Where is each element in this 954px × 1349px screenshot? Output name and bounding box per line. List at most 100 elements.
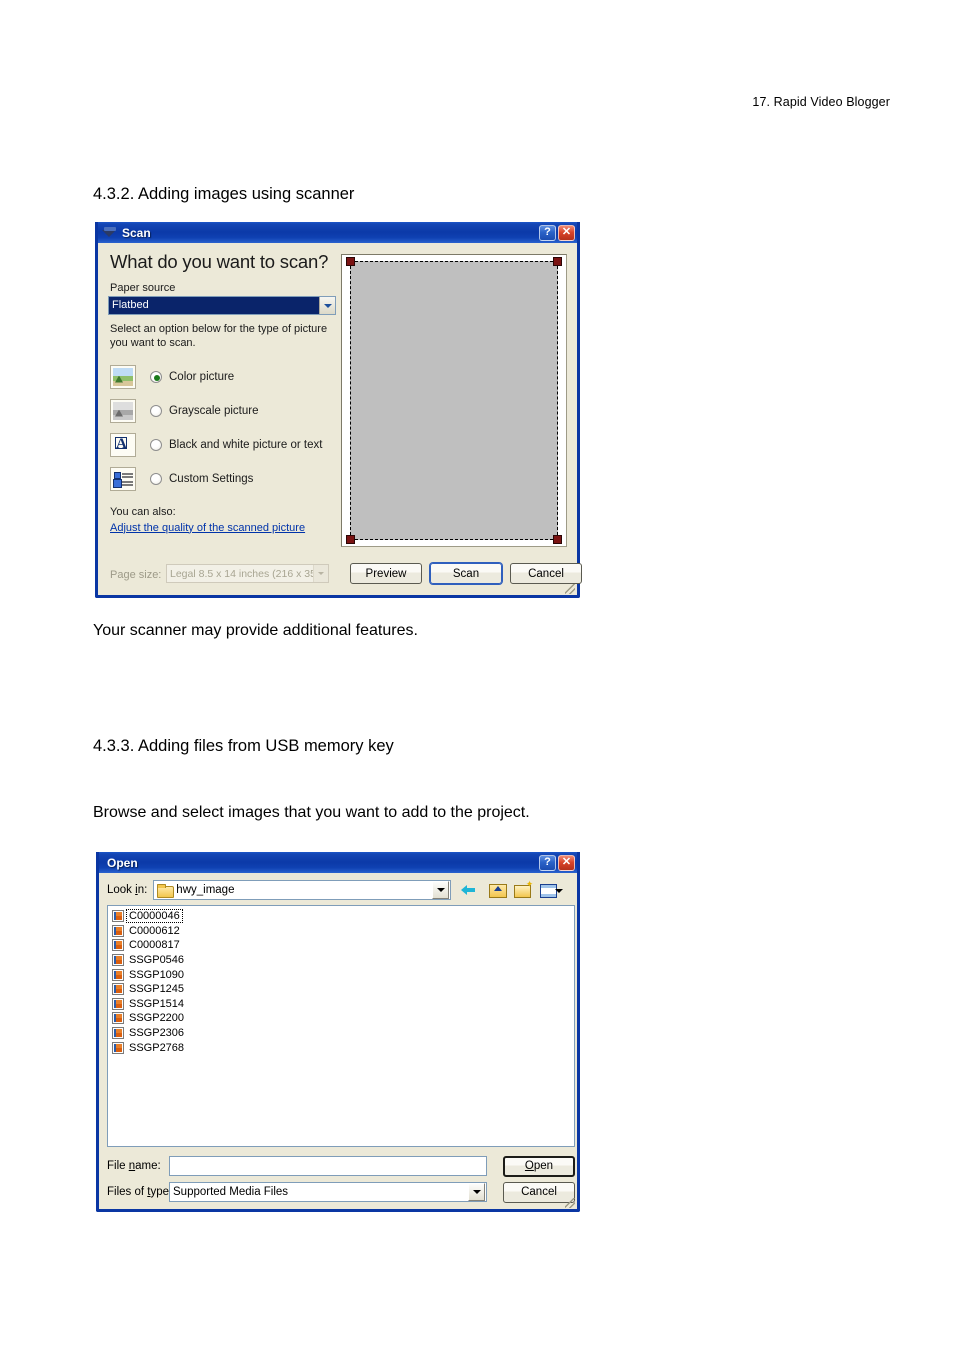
section-heading-433: 4.3.3. Adding files from USB memory key	[93, 737, 394, 755]
file-name-label: SSGP1090	[129, 968, 185, 981]
resize-handle-bottom-left[interactable]	[346, 535, 355, 544]
image-file-icon	[112, 910, 124, 923]
scan-dialog-footer: Page size: Legal 8.5 x 14 inches (216 x …	[98, 555, 582, 595]
radio-custom-settings[interactable]	[150, 472, 162, 485]
file-name-row: File name: Open	[107, 1155, 575, 1177]
section-heading-432: 4.3.2. Adding images using scanner	[93, 185, 355, 203]
file-name-label: SSGP1514	[129, 997, 185, 1010]
close-icon[interactable]: ✕	[558, 854, 575, 871]
scan-options-panel: What do you want to scan? Paper source F…	[108, 251, 336, 536]
file-name-input[interactable]	[169, 1156, 487, 1176]
image-file-icon	[112, 1027, 124, 1040]
file-name-label: SSGP2306	[129, 1027, 185, 1040]
file-list[interactable]: C0000046 C0000612 C0000817 SSGP0546 SSGP…	[107, 905, 575, 1147]
file-name-label: SSGP2768	[129, 1041, 185, 1054]
list-item[interactable]: C0000046	[111, 909, 574, 924]
scan-dialog-title: Scan	[122, 225, 151, 240]
scan-instruction: Select an option below for the type of p…	[110, 323, 328, 349]
black-white-picture-icon	[110, 432, 136, 457]
option-custom-settings[interactable]: Custom Settings	[108, 462, 336, 496]
open-dialog-body: Look in: hwy_image C0000046 C0000612	[99, 873, 577, 1209]
adjust-quality-link[interactable]: Adjust the quality of the scanned pictur…	[110, 522, 305, 534]
radio-color-picture[interactable]	[150, 370, 162, 383]
help-icon[interactable]: ?	[539, 854, 556, 871]
list-item[interactable]: C0000817	[111, 938, 574, 953]
file-name-label: C0000046	[126, 909, 183, 924]
paragraph-browse-select: Browse and select images that you want t…	[93, 804, 530, 821]
radio-black-and-white[interactable]	[150, 438, 162, 451]
file-name-label: C0000817	[129, 939, 180, 952]
files-of-type-row: Files of type: Supported Media Files Can…	[107, 1181, 575, 1203]
list-item[interactable]: SSGP2200	[111, 1011, 574, 1026]
folder-icon	[157, 884, 175, 898]
image-file-icon	[112, 954, 124, 967]
back-icon[interactable]	[461, 881, 481, 899]
option-label: Black and white picture or text	[169, 438, 323, 451]
option-color-picture[interactable]: Color picture	[108, 360, 336, 394]
page-size-select: Legal 8.5 x 14 inches (216 x 356	[166, 564, 329, 583]
option-label: Color picture	[169, 370, 235, 383]
files-of-type-value: Supported Media Files	[173, 1186, 289, 1198]
file-name-label: File name:	[107, 1160, 161, 1172]
list-item[interactable]: SSGP0546	[111, 953, 574, 968]
option-grayscale-picture[interactable]: Grayscale picture	[108, 394, 336, 428]
running-header: 17. Rapid Video Blogger	[752, 95, 890, 109]
resize-handle-bottom-right[interactable]	[553, 535, 562, 544]
image-file-icon	[112, 939, 124, 952]
chevron-down-icon[interactable]	[319, 297, 335, 314]
open-dialog-title: Open	[107, 855, 138, 870]
chevron-down-icon[interactable]	[468, 1183, 485, 1201]
paper-source-value: Flatbed	[109, 297, 319, 314]
preview-button[interactable]: Preview	[350, 563, 422, 584]
grayscale-picture-icon	[110, 398, 136, 423]
scan-preview-pane[interactable]	[341, 254, 567, 547]
resize-grip[interactable]	[565, 584, 575, 594]
open-dialog-toolbar	[461, 880, 565, 899]
paper-source-label: Paper source	[110, 282, 176, 294]
new-folder-icon[interactable]	[513, 880, 533, 899]
radio-grayscale-picture[interactable]	[150, 404, 162, 417]
custom-settings-icon	[110, 466, 136, 491]
paper-source-select[interactable]: Flatbed	[108, 296, 336, 315]
image-file-icon	[112, 997, 124, 1010]
resize-handle-top-left[interactable]	[346, 257, 355, 266]
open-dialog-titlebar[interactable]: Open ? ✕	[99, 852, 577, 873]
help-icon[interactable]: ?	[539, 224, 556, 241]
scan-question: What do you want to scan?	[110, 251, 329, 272]
option-label: Grayscale picture	[169, 404, 259, 417]
chevron-down-icon[interactable]	[432, 881, 450, 899]
cancel-button[interactable]: Cancel	[510, 563, 582, 584]
image-file-icon	[112, 1041, 124, 1054]
look-in-row: Look in: hwy_image	[99, 879, 577, 901]
scanner-icon	[102, 226, 118, 240]
chevron-down-icon	[313, 565, 328, 582]
up-one-level-icon[interactable]	[487, 881, 508, 899]
list-item[interactable]: C0000612	[111, 924, 574, 939]
scan-button[interactable]: Scan	[430, 563, 502, 584]
files-of-type-label: Files of type:	[107, 1186, 173, 1198]
scan-dialog-titlebar[interactable]: Scan ? ✕	[98, 222, 577, 243]
close-icon[interactable]: ✕	[558, 224, 575, 241]
image-file-icon	[112, 983, 124, 996]
look-in-value: hwy_image	[176, 884, 235, 896]
list-item[interactable]: SSGP2768	[111, 1040, 574, 1055]
files-of-type-select[interactable]: Supported Media Files	[169, 1182, 487, 1202]
file-name-label: SSGP1245	[129, 983, 185, 996]
list-item[interactable]: SSGP1090	[111, 967, 574, 982]
resize-handle-top-right[interactable]	[553, 257, 562, 266]
file-name-label: SSGP2200	[129, 1012, 185, 1025]
color-picture-icon	[110, 364, 136, 389]
scan-selection-rect[interactable]	[346, 257, 562, 544]
look-in-select[interactable]: hwy_image	[153, 880, 452, 900]
list-item[interactable]: SSGP1245	[111, 982, 574, 997]
list-item[interactable]: SSGP1514	[111, 997, 574, 1012]
page-size-label: Page size:	[110, 569, 162, 581]
file-name-label: SSGP0546	[129, 954, 185, 967]
list-item[interactable]: SSGP2306	[111, 1026, 574, 1041]
image-file-icon	[112, 924, 124, 937]
views-icon[interactable]	[539, 881, 565, 899]
resize-grip[interactable]	[565, 1198, 575, 1208]
option-black-and-white[interactable]: Black and white picture or text	[108, 428, 336, 462]
open-button[interactable]: Open	[503, 1155, 575, 1177]
option-label: Custom Settings	[169, 472, 254, 485]
